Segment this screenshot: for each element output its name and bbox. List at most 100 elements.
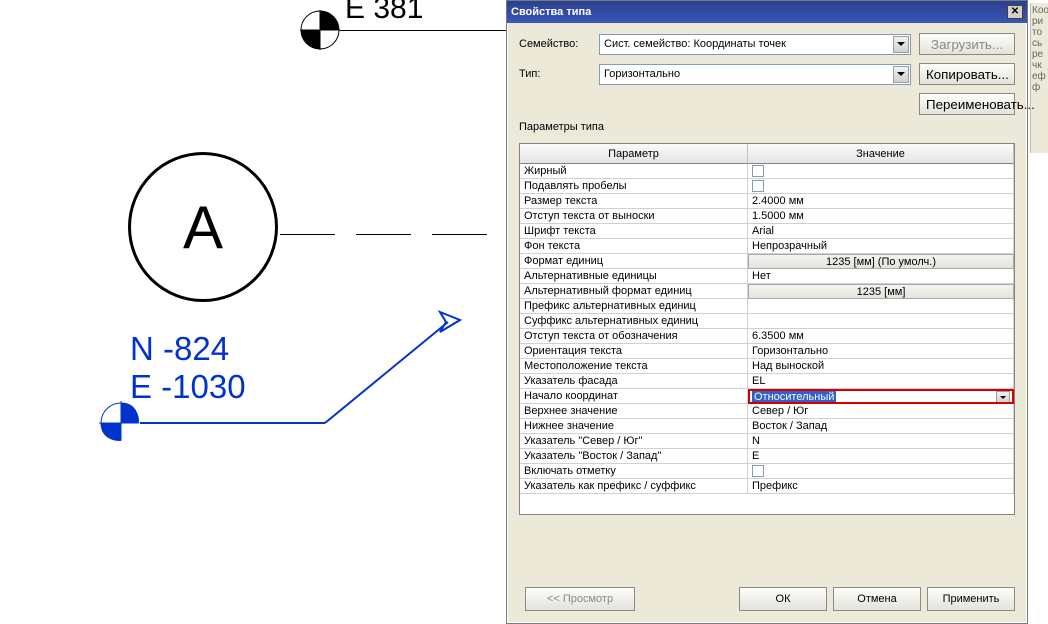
value-cell[interactable]	[748, 164, 1014, 179]
axis-letter: A	[183, 193, 223, 262]
param-cell: Размер текста	[520, 194, 748, 209]
value-cell[interactable]: Над выноской	[748, 359, 1014, 374]
chevron-down-icon[interactable]	[893, 36, 909, 53]
param-cell: Альтернативный формат единиц	[520, 284, 748, 299]
param-cell: Фон текста	[520, 239, 748, 254]
param-cell: Префикс альтернативных единиц	[520, 299, 748, 314]
type-properties-dialog: Свойства типа ✕ Семейство: Сист. семейст…	[506, 0, 1028, 624]
param-cell: Ориентация текста	[520, 344, 748, 359]
close-icon[interactable]: ✕	[1007, 5, 1023, 19]
value-cell[interactable]: Восток / Запад	[748, 419, 1014, 434]
apply-button[interactable]: Применить	[927, 587, 1015, 611]
param-cell: Указатель "Восток / Запад"	[520, 449, 748, 464]
checkbox-icon[interactable]	[752, 165, 764, 177]
checkbox-icon[interactable]	[752, 465, 764, 477]
table-row[interactable]: Суффикс альтернативных единиц	[520, 314, 1014, 329]
value-cell[interactable]: 1.5000 мм	[748, 209, 1014, 224]
parameters-grid: Параметр Значение ЖирныйПодавлять пробел…	[519, 143, 1015, 515]
family-combo[interactable]: Сист. семейство: Координаты точек	[599, 34, 911, 55]
copy-button[interactable]: Копировать...	[919, 63, 1015, 85]
spot-coord-leader	[140, 300, 470, 430]
value-cell[interactable]: E	[748, 449, 1014, 464]
right-panel-fragment: Коор ри то сь ре чк еф ф	[1030, 3, 1048, 153]
load-button[interactable]: Загрузить...	[919, 33, 1015, 55]
table-row[interactable]: Местоположение текстаНад выноской	[520, 359, 1014, 374]
value-cell[interactable]: EL	[748, 374, 1014, 389]
value-cell[interactable]: Относительный	[748, 389, 1014, 404]
type-combo[interactable]: Горизонтально	[599, 64, 911, 85]
table-row[interactable]: Включать отметку	[520, 464, 1014, 479]
table-row[interactable]: Указатель "Восток / Запад"E	[520, 449, 1014, 464]
param-cell: Включать отметку	[520, 464, 748, 479]
value-cell[interactable]: 2.4000 мм	[748, 194, 1014, 209]
table-row[interactable]: Жирный	[520, 164, 1014, 179]
param-cell: Указатель как префикс / суффикс	[520, 479, 748, 494]
table-row[interactable]: Размер текста2.4000 мм	[520, 194, 1014, 209]
grid-header-parameter[interactable]: Параметр	[520, 144, 748, 164]
param-cell: Начало координат	[520, 389, 748, 404]
param-cell: Суффикс альтернативных единиц	[520, 314, 748, 329]
value-cell[interactable]	[748, 179, 1014, 194]
table-row[interactable]: Верхнее значениеСевер / Юг	[520, 404, 1014, 419]
value-cell[interactable]: Нет	[748, 269, 1014, 284]
table-row[interactable]: Указатель фасадаEL	[520, 374, 1014, 389]
table-row[interactable]: Подавлять пробелы	[520, 179, 1014, 194]
value-cell[interactable]	[748, 464, 1014, 479]
leader-line	[340, 30, 510, 31]
table-row[interactable]: Фон текстаНепрозрачный	[520, 239, 1014, 254]
value-cell[interactable]: N	[748, 434, 1014, 449]
dialog-titlebar[interactable]: Свойства типа ✕	[507, 1, 1027, 23]
value-cell[interactable]	[748, 299, 1014, 314]
table-row[interactable]: Нижнее значениеВосток / Запад	[520, 419, 1014, 434]
table-row[interactable]: Префикс альтернативных единиц	[520, 299, 1014, 314]
value-cell[interactable]	[748, 314, 1014, 329]
checkbox-icon[interactable]	[752, 180, 764, 192]
table-row[interactable]: Альтернативные единицыНет	[520, 269, 1014, 284]
param-cell: Формат единиц	[520, 254, 748, 269]
family-value: Сист. семейство: Координаты точек	[604, 38, 786, 50]
dialog-title: Свойства типа	[511, 6, 591, 18]
param-cell: Жирный	[520, 164, 748, 179]
value-cell[interactable]: 6.3500 мм	[748, 329, 1014, 344]
param-cell: Верхнее значение	[520, 404, 748, 419]
table-row[interactable]: Отступ текста от обозначения6.3500 мм	[520, 329, 1014, 344]
rename-button[interactable]: Переименовать...	[919, 93, 1015, 115]
value-cell[interactable]: Север / Юг	[748, 404, 1014, 419]
ok-button[interactable]: ОК	[739, 587, 827, 611]
type-label: Тип:	[519, 68, 599, 80]
table-row[interactable]: Начало координат Относительный	[520, 389, 1014, 404]
param-cell: Подавлять пробелы	[520, 179, 748, 194]
table-row[interactable]: Указатель "Север / Юг"N	[520, 434, 1014, 449]
value-cell[interactable]: Arial	[748, 224, 1014, 239]
chevron-down-icon[interactable]	[996, 391, 1010, 404]
grid-header-value[interactable]: Значение	[748, 144, 1014, 164]
table-row[interactable]: Ориентация текстаГоризонтально	[520, 344, 1014, 359]
param-cell: Шрифт текста	[520, 224, 748, 239]
cancel-button[interactable]: Отмена	[833, 587, 921, 611]
table-row[interactable]: Отступ текста от выноски1.5000 мм	[520, 209, 1014, 224]
preview-button[interactable]: << Просмотр	[525, 587, 635, 611]
param-cell: Нижнее значение	[520, 419, 748, 434]
table-row[interactable]: Альтернативный формат единиц1235 [мм]	[520, 284, 1014, 299]
param-cell: Местоположение текста	[520, 359, 748, 374]
chevron-down-icon[interactable]	[893, 66, 909, 83]
coord-top-label: E 381	[345, 0, 423, 26]
param-cell: Указатель фасада	[520, 374, 748, 389]
value-cell[interactable]: Непрозрачный	[748, 239, 1014, 254]
table-row[interactable]: Шрифт текстаArial	[520, 224, 1014, 239]
selected-value: Относительный	[752, 391, 836, 403]
param-cell: Отступ текста от выноски	[520, 209, 748, 224]
value-cell[interactable]: Горизонтально	[748, 344, 1014, 359]
param-cell: Указатель "Север / Юг"	[520, 434, 748, 449]
value-cell[interactable]: 1235 [мм]	[748, 284, 1014, 299]
axis-dashed-line	[280, 226, 510, 227]
param-cell: Альтернативные единицы	[520, 269, 748, 284]
family-label: Семейство:	[519, 38, 599, 50]
param-cell: Отступ текста от обозначения	[520, 329, 748, 344]
project-base-point-icon	[99, 401, 139, 441]
table-row[interactable]: Формат единиц1235 [мм] (По умолч.)	[520, 254, 1014, 269]
value-cell[interactable]: Префикс	[748, 479, 1014, 494]
parameters-section-label: Параметры типа	[519, 121, 1015, 133]
value-cell[interactable]: 1235 [мм] (По умолч.)	[748, 254, 1014, 269]
table-row[interactable]: Указатель как префикс / суффиксПрефикс	[520, 479, 1014, 494]
